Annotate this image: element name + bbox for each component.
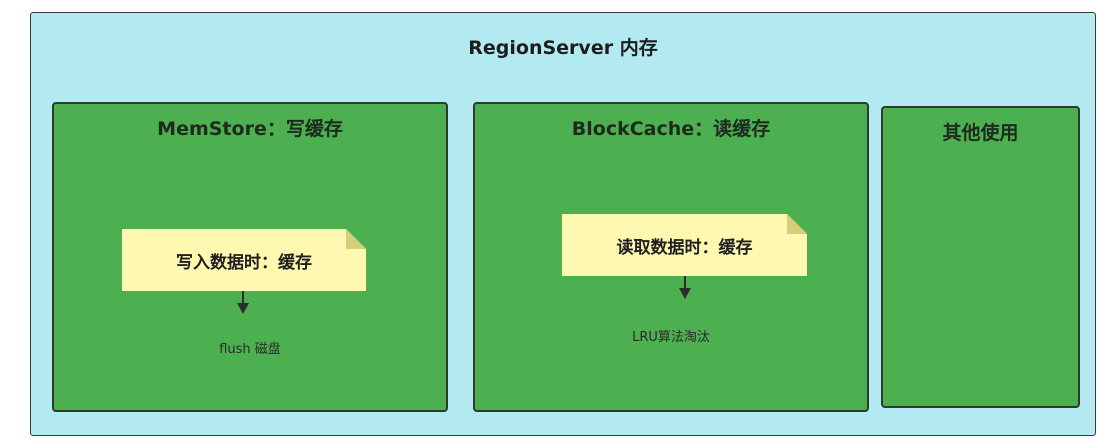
regionserver-memory-container: RegionServer 内存 MemStore：写缓存 写入数据时：缓存 fl… bbox=[30, 12, 1096, 436]
blockcache-note-fold bbox=[787, 214, 807, 234]
blockcache-title: BlockCache：读缓存 bbox=[571, 118, 771, 140]
memstore-box: MemStore：写缓存 写入数据时：缓存 flush 磁盘 bbox=[52, 102, 448, 412]
blockcache-lru-caption: LRU算法淘汰 bbox=[632, 330, 710, 345]
blockcache-read-note: 读取数据时：缓存 bbox=[562, 214, 807, 276]
regionserver-memory-title: RegionServer 内存 bbox=[468, 37, 658, 59]
memstore-title: MemStore：写缓存 bbox=[157, 118, 343, 140]
blockcache-read-note-text: 读取数据时：缓存 bbox=[616, 237, 753, 258]
other-usage-box: 其他使用 bbox=[881, 106, 1080, 408]
other-usage-title: 其他使用 bbox=[942, 122, 1019, 144]
blockcache-box: BlockCache：读缓存 读取数据时：缓存 LRU算法淘汰 bbox=[473, 102, 869, 412]
memstore-write-note-text: 写入数据时：缓存 bbox=[176, 252, 312, 273]
memstore-arrow-head bbox=[237, 303, 249, 314]
memstore-flush-caption: flush 磁盘 bbox=[219, 342, 281, 357]
memstore-note-fold bbox=[346, 229, 366, 249]
memstore-write-note: 写入数据时：缓存 bbox=[122, 229, 366, 291]
blockcache-arrow-head bbox=[679, 288, 691, 299]
